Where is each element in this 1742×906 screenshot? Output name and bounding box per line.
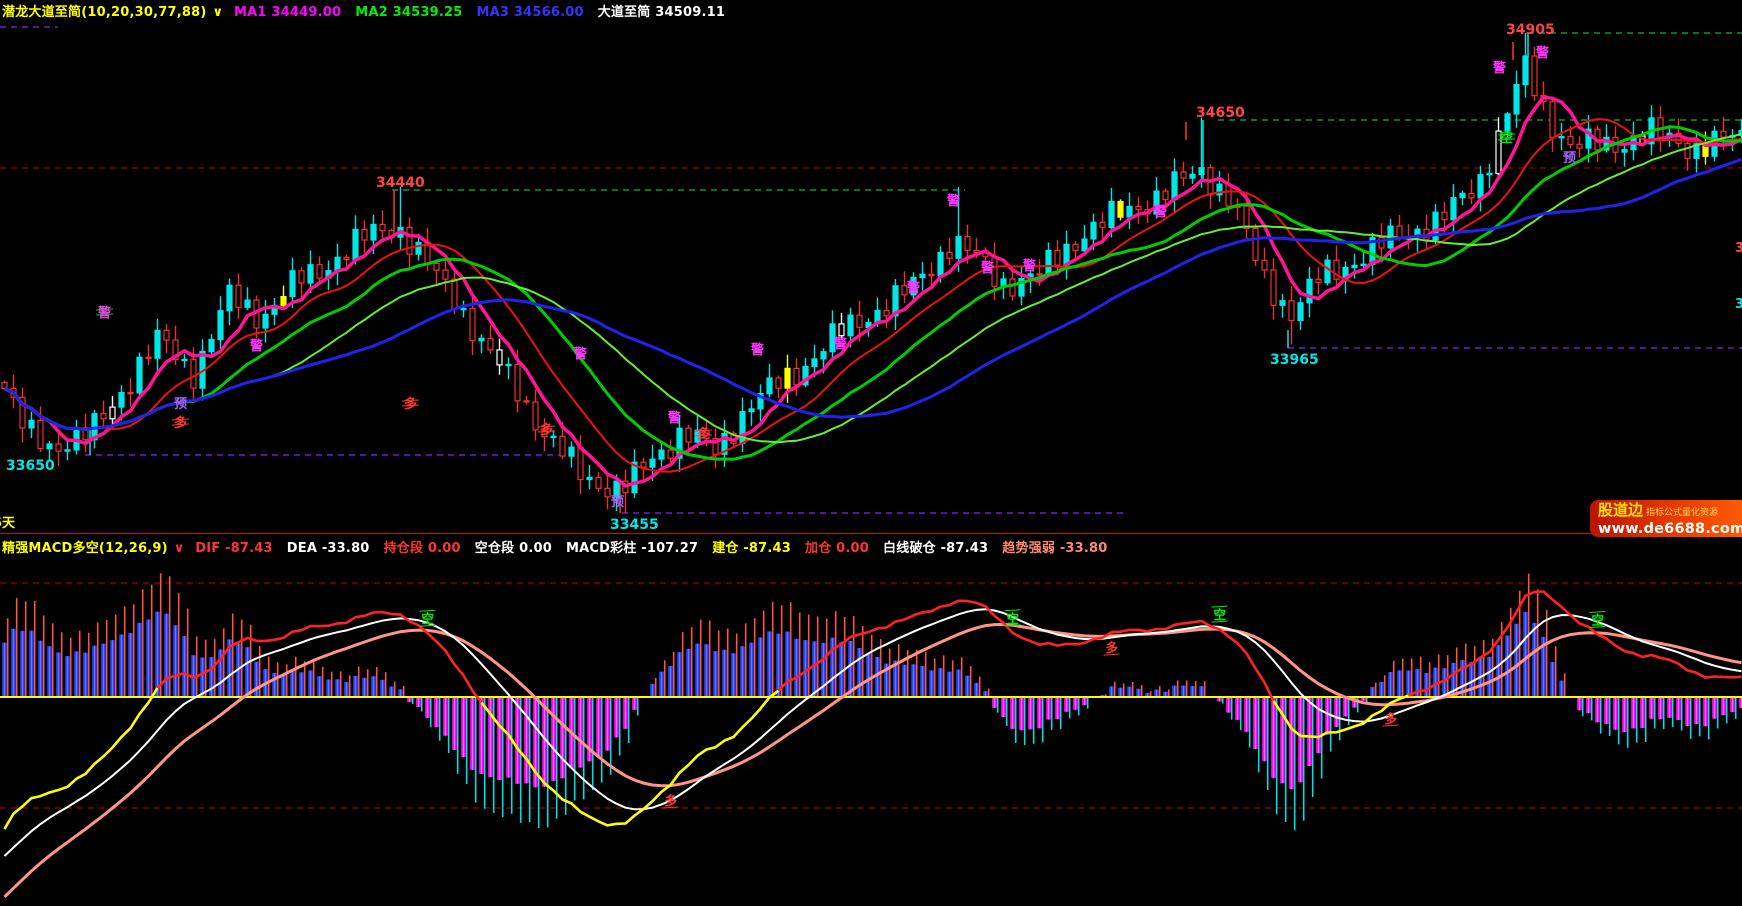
watermark-tagline: 指标公式量化资源 bbox=[1646, 508, 1718, 518]
svg-text:空: 空 bbox=[1592, 612, 1605, 627]
main-indicator-header: 潜龙大道至简(10,20,30,77,88) ∨ MA1 34449.00 MA2 … bbox=[2, 1, 745, 20]
readout-1: DEA -33.80 bbox=[287, 541, 370, 556]
readout-5: 建仓 -87.43 bbox=[712, 541, 791, 556]
readout-7: 白线破仓 -87.43 bbox=[883, 541, 988, 556]
macd-indicator-header: 精强MACD多空(12,26,9) ∨ DIF -87.43 DEA -33.80 持… bbox=[2, 537, 1128, 556]
readout-3: 空仓段 0.00 bbox=[475, 541, 552, 556]
left-edge-day-label: 5天 bbox=[0, 512, 15, 531]
svg-text:空: 空 bbox=[422, 611, 435, 626]
readout-8: 趋势强弱 -33.80 bbox=[1002, 541, 1107, 556]
dropdown-arrow-icon[interactable]: ∨ bbox=[213, 5, 224, 20]
main-indicator-title[interactable]: 潜龙大道至简(10,20,30,77,88) bbox=[2, 5, 207, 20]
svg-text:多: 多 bbox=[1385, 711, 1398, 726]
svg-text:多: 多 bbox=[1106, 640, 1119, 655]
readout-0: MA1 34449.00 bbox=[234, 5, 341, 20]
readout-6: 加仓 0.00 bbox=[805, 541, 869, 556]
macd-indicator-title[interactable]: 精强MACD多空(12,26,9) bbox=[2, 541, 168, 556]
svg-text:空: 空 bbox=[1214, 607, 1227, 622]
macd-histogram-layer bbox=[2, 573, 1742, 830]
readout-2: MA3 34566.00 bbox=[476, 5, 583, 20]
ma-readouts: MA1 34449.00 MA2 34539.25 MA3 34566.00 大道至简… bbox=[234, 5, 739, 20]
macd-chart-canvas[interactable]: 空多 空多 空多 空 bbox=[0, 0, 1742, 906]
panel-separator bbox=[0, 533, 1742, 534]
readout-0: DIF -87.43 bbox=[195, 541, 273, 556]
readout-2: 持仓段 0.00 bbox=[384, 541, 461, 556]
readout-3: 大道至简 34509.11 bbox=[598, 5, 725, 20]
watermark-brand: 股道边 bbox=[1598, 501, 1643, 519]
watermark-url[interactable]: www.de6688.com bbox=[1598, 521, 1738, 537]
stock-charting-app: { "header_main": { "title": "潜龙大道至简(10,2… bbox=[0, 0, 1742, 902]
svg-text:多: 多 bbox=[665, 793, 678, 808]
macd-lines-layer bbox=[5, 592, 1742, 898]
macd-readouts: DIF -87.43 DEA -33.80 持仓段 0.00 空仓段 0.00 MACD… bbox=[195, 541, 1121, 556]
svg-text:空: 空 bbox=[1007, 611, 1020, 626]
watermark-badge: 股道边指标公式量化资源 www.de6688.com bbox=[1590, 500, 1742, 537]
readout-1: MA2 34539.25 bbox=[355, 5, 462, 20]
dropdown-arrow-icon[interactable]: ∨ bbox=[174, 541, 185, 556]
macd-chart-svg: 空多 空多 空多 空 bbox=[0, 0, 1742, 902]
readout-4: MACD彩柱 -107.27 bbox=[566, 541, 698, 556]
